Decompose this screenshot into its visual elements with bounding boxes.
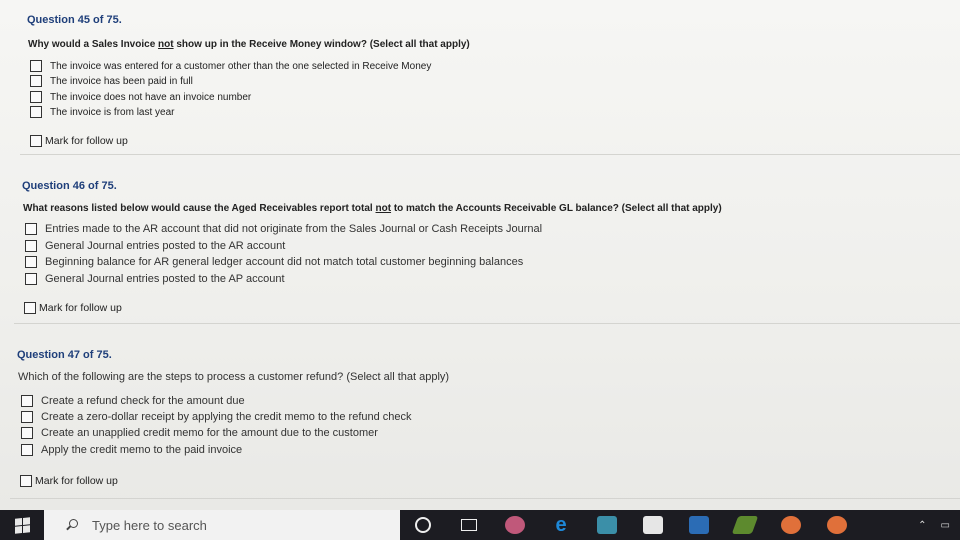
mark-for-follow-up[interactable]: Mark for follow up — [30, 135, 128, 147]
quiz-page: Question 45 of 75. Why would a Sales Inv… — [0, 0, 960, 510]
option-checkbox[interactable]: The invoice has been paid in full — [30, 75, 193, 87]
battery-icon[interactable]: ▭ — [941, 520, 950, 531]
divider — [14, 323, 960, 324]
question-title: Question 46 of 75. — [22, 180, 117, 192]
option-checkbox[interactable]: Create a zero-dollar receipt by applying… — [21, 411, 412, 423]
task-view-icon[interactable] — [446, 510, 492, 540]
search-placeholder: Type here to search — [92, 517, 207, 533]
mark-for-follow-up[interactable]: Mark for follow up — [20, 475, 118, 487]
taskbar: Type here to search e ⌃ ▭ — [0, 510, 960, 540]
app-orange-icon[interactable] — [768, 510, 814, 540]
option-checkbox[interactable]: The invoice is from last year — [30, 106, 175, 118]
checkbox[interactable] — [25, 256, 37, 268]
option-checkbox[interactable]: Entries made to the AR account that did … — [25, 223, 542, 235]
option-checkbox[interactable]: Create an unapplied credit memo for the … — [21, 427, 378, 439]
checkbox[interactable] — [30, 75, 42, 87]
checkbox[interactable] — [30, 106, 42, 118]
edge-icon[interactable]: e — [538, 510, 584, 540]
option-checkbox[interactable]: The invoice was entered for a customer o… — [30, 60, 431, 72]
checkbox[interactable] — [21, 395, 33, 407]
word-icon[interactable] — [676, 510, 722, 540]
checkbox[interactable] — [25, 273, 37, 285]
search-icon — [66, 519, 78, 531]
taskbar-search-box[interactable]: Type here to search — [44, 510, 400, 540]
app-green-icon[interactable] — [722, 510, 768, 540]
windows-start-icon[interactable] — [0, 510, 44, 540]
checkbox[interactable] — [21, 444, 33, 456]
checkbox[interactable] — [21, 411, 33, 423]
question-text: Which of the following are the steps to … — [18, 371, 450, 383]
checkbox[interactable] — [24, 302, 36, 314]
option-checkbox[interactable]: General Journal entries posted to the AR… — [25, 240, 285, 252]
store-icon[interactable] — [630, 510, 676, 540]
divider — [20, 154, 960, 155]
file-explorer-icon[interactable] — [584, 510, 630, 540]
checkbox[interactable] — [25, 223, 37, 235]
checkbox[interactable] — [30, 60, 42, 72]
option-checkbox[interactable]: Create a refund check for the amount due — [21, 395, 245, 407]
checkbox[interactable] — [20, 475, 32, 487]
divider — [10, 498, 960, 499]
chevron-up-icon[interactable]: ⌃ — [918, 520, 926, 531]
checkbox[interactable] — [21, 427, 33, 439]
system-tray: ⌃ ▭ — [918, 520, 960, 531]
checkbox[interactable] — [30, 91, 42, 103]
app-icon[interactable] — [492, 510, 538, 540]
checkbox[interactable] — [30, 135, 42, 147]
question-title: Question 47 of 75. — [17, 349, 112, 361]
option-checkbox[interactable]: Beginning balance for AR general ledger … — [25, 256, 523, 268]
option-checkbox[interactable]: The invoice does not have an invoice num… — [30, 91, 251, 103]
option-checkbox[interactable]: General Journal entries posted to the AP… — [25, 273, 285, 285]
checkbox[interactable] — [25, 240, 37, 252]
question-text: What reasons listed below would cause th… — [23, 203, 722, 214]
option-checkbox[interactable]: Apply the credit memo to the paid invoic… — [21, 444, 242, 456]
cortana-icon[interactable] — [400, 510, 446, 540]
mark-for-follow-up[interactable]: Mark for follow up — [24, 302, 122, 314]
app-orange2-icon[interactable] — [814, 510, 860, 540]
question-title: Question 45 of 75. — [27, 14, 122, 26]
question-text: Why would a Sales Invoice not show up in… — [28, 39, 470, 50]
